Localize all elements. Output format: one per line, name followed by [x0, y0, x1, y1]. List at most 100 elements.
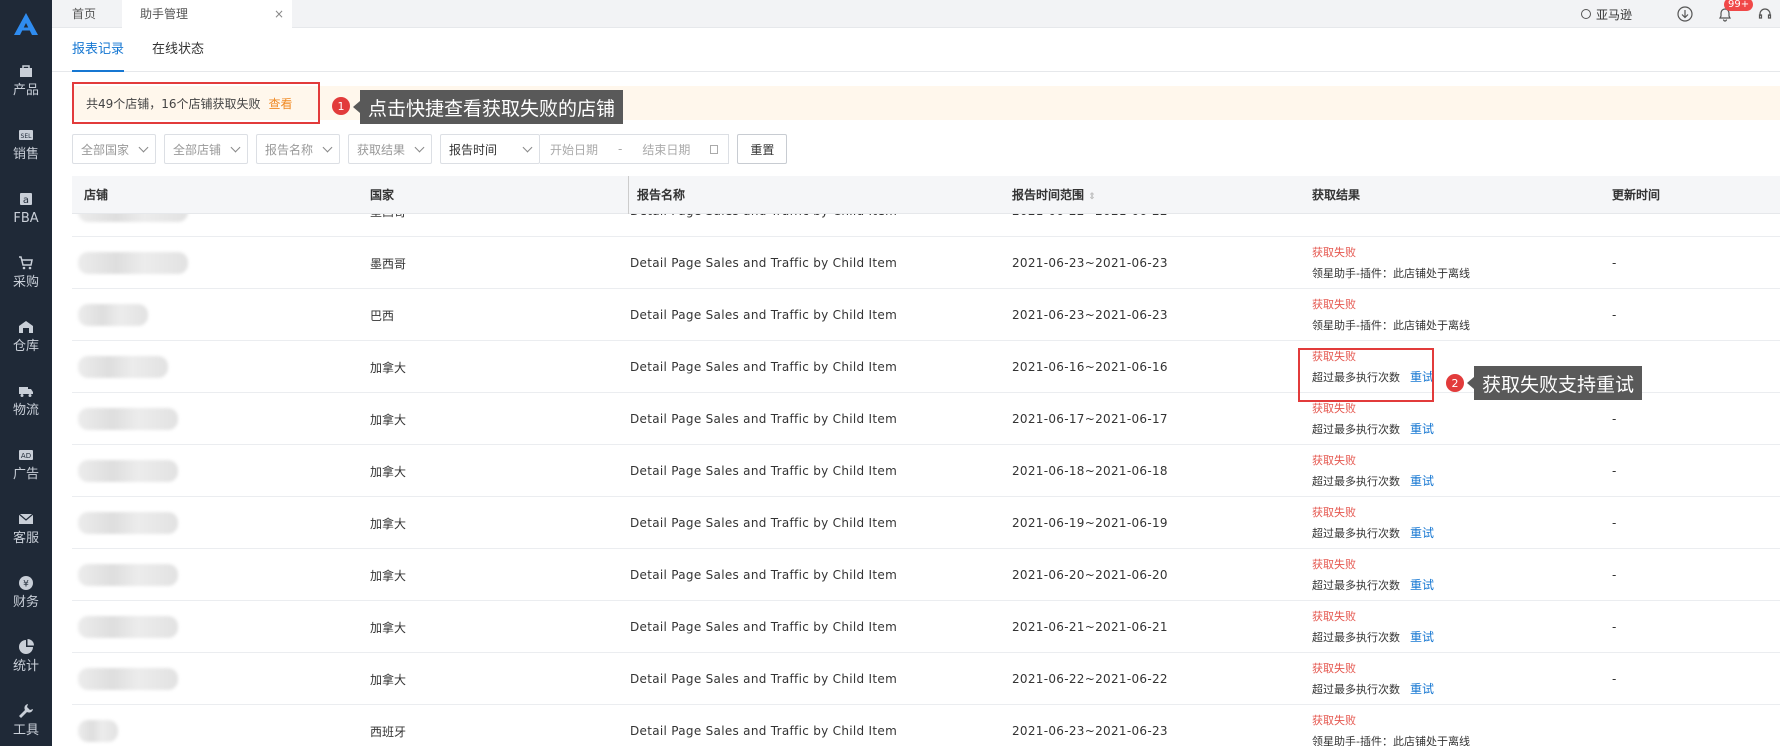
- store-select[interactable]: 全部店铺: [164, 134, 248, 164]
- ad-icon: AD: [17, 446, 35, 464]
- fail-reason: 领星助手-插件：此店铺处于离线: [1312, 319, 1470, 332]
- report-name-cell: Detail Page Sales and Traffic by Child I…: [630, 412, 898, 426]
- report-range-cell: 2021-06-17~2021-06-17: [1012, 412, 1168, 426]
- redacted-store-name: [78, 356, 168, 378]
- table-row: 西班牙 Detail Page Sales and Traffic by Chil…: [72, 705, 1780, 746]
- sidebar-item-0[interactable]: 产品: [0, 48, 52, 112]
- fail-status: 获取失败: [1312, 454, 1356, 467]
- country-cell: 加拿大: [370, 672, 407, 687]
- fail-reason: 超过最多执行次数: [1312, 527, 1400, 540]
- country-cell: 加拿大: [370, 516, 407, 531]
- table-row: 加拿大 Detail Page Sales and Traffic by Chil…: [72, 393, 1780, 445]
- report-range-cell: 2021-06-16~2021-06-16: [1012, 360, 1168, 374]
- sidebar-item-7[interactable]: 客服: [0, 496, 52, 560]
- report-time-select[interactable]: 报告时间: [440, 134, 540, 164]
- report-range-cell: 2021-06-22~2021-06-22: [1012, 214, 1168, 237]
- report-range-cell: 2021-06-18~2021-06-18: [1012, 464, 1168, 478]
- country-cell: 加拿大: [370, 568, 407, 583]
- store-name: 亚马逊: [1595, 7, 1632, 22]
- tab-report-records[interactable]: 报表记录: [72, 28, 125, 72]
- country-cell: 墨西哥: [370, 214, 406, 237]
- table-row: 加拿大 Detail Page Sales and Traffic by Chil…: [72, 549, 1780, 601]
- start-date-input[interactable]: 开始日期: [550, 141, 598, 158]
- country-select[interactable]: 全部国家: [72, 134, 156, 164]
- sidebar-item-8[interactable]: ¥ 财务: [0, 560, 52, 624]
- truck-icon: [17, 382, 35, 400]
- sidebar-item-9[interactable]: 统计: [0, 624, 52, 688]
- app-logo[interactable]: [0, 0, 52, 48]
- report-name-cell: Detail Page Sales and Traffic by Child I…: [630, 620, 898, 634]
- sidebar-item-2[interactable]: a FBA: [0, 176, 52, 240]
- redacted-store-name: [78, 616, 178, 638]
- tab-home[interactable]: 首页: [72, 0, 96, 28]
- table-header: 店铺 国家 报告名称 报告时间范围 ⇕ 获取结果 更新时间: [72, 176, 1780, 214]
- col-report-range[interactable]: 报告时间范围 ⇕: [1012, 176, 1096, 214]
- report-range-cell: 2021-06-23~2021-06-23: [1012, 308, 1168, 322]
- col-country: 国家: [370, 188, 395, 202]
- sidebar-item-1[interactable]: SEL 销售: [0, 112, 52, 176]
- table-row: 加拿大 Detail Page Sales and Traffic by Chil…: [72, 497, 1780, 549]
- result-cell: 获取失败 超过最多执行次数 重试: [1312, 399, 1434, 440]
- sidebar-item-label: FBA: [13, 211, 39, 226]
- store-cell: [78, 289, 148, 341]
- store-selector[interactable]: 亚马逊: [1580, 6, 1632, 23]
- support-headset-icon[interactable]: [1756, 5, 1774, 23]
- report-name-cell: Detail Page Sales and Traffic by Child I…: [630, 214, 897, 237]
- fail-status: 获取失败: [1312, 298, 1356, 311]
- store-cell: [78, 497, 178, 549]
- close-tab-icon[interactable]: ×: [274, 0, 284, 28]
- retry-button[interactable]: 重试: [1410, 474, 1434, 488]
- bag-icon: [17, 62, 35, 80]
- retry-button[interactable]: 重试: [1410, 422, 1434, 436]
- col-store: 店铺: [84, 188, 109, 202]
- result-cell: 获取失败 超过最多执行次数 重试: [1312, 607, 1434, 648]
- chevron-down-icon: [230, 142, 241, 152]
- sidebar-item-label: 客服: [12, 531, 39, 546]
- sidebar-item-label: 仓库: [12, 339, 39, 354]
- retry-button[interactable]: 重试: [1410, 630, 1434, 644]
- sell-icon: SEL: [17, 126, 35, 144]
- report-range-cell: 2021-06-21~2021-06-21: [1012, 620, 1168, 634]
- fail-reason: 领星助手-插件：此店铺处于离线: [1312, 267, 1470, 280]
- retry-button[interactable]: 重试: [1410, 682, 1434, 696]
- fail-reason: 领星助手-插件：此店铺处于离线: [1312, 735, 1470, 746]
- callout-2: 获取失败支持重试: [1466, 366, 1643, 400]
- fail-status: 获取失败: [1312, 610, 1356, 623]
- fba-icon: a: [17, 190, 35, 208]
- store-select-value: 全部店铺: [173, 142, 222, 157]
- sidebar: 产品 SEL 销售 a FBA 采购仓库物流 AD 广告客服 ¥ 财务 统计 工具: [0, 0, 52, 746]
- updated-cell: -: [1612, 516, 1617, 530]
- top-bar: 首页 助手管理 × 亚马逊 99+: [52, 0, 1780, 28]
- date-range-picker[interactable]: 开始日期 - 结束日期: [540, 134, 730, 164]
- svg-text:SEL: SEL: [21, 133, 33, 140]
- report-name-select[interactable]: 报告名称: [256, 134, 340, 164]
- table-row: 墨西哥 Detail Page Sales and Traffic by Chil…: [72, 237, 1780, 289]
- fail-reason: 超过最多执行次数: [1312, 579, 1400, 592]
- sidebar-item-4[interactable]: 仓库: [0, 304, 52, 368]
- retry-button[interactable]: 重试: [1410, 526, 1434, 540]
- country-cell: 加拿大: [370, 412, 407, 427]
- wrench-icon: [17, 702, 35, 720]
- redacted-store-name: [78, 214, 188, 222]
- download-icon[interactable]: [1676, 5, 1694, 23]
- sidebar-item-5[interactable]: 物流: [0, 368, 52, 432]
- tab-online-status[interactable]: 在线状态: [152, 28, 204, 72]
- result-select[interactable]: 获取结果: [348, 134, 432, 164]
- failure-summary-text: 共49个店铺，16个店铺获取失败: [86, 96, 261, 111]
- redacted-store-name: [78, 252, 188, 274]
- reset-button[interactable]: 重置: [737, 134, 788, 164]
- bell-icon[interactable]: 99+: [1716, 0, 1754, 23]
- tab-assistant-management[interactable]: 助手管理 ×: [122, 0, 292, 28]
- fail-status: 获取失败: [1312, 662, 1356, 675]
- retry-button[interactable]: 重试: [1410, 578, 1434, 592]
- col-result: 获取结果: [1312, 188, 1361, 202]
- store-cell: [78, 237, 188, 289]
- sidebar-item-label: 物流: [12, 403, 39, 418]
- view-failed-link[interactable]: 查看: [269, 95, 293, 112]
- sidebar-item-10[interactable]: 工具: [0, 688, 52, 746]
- cart-icon: [17, 254, 35, 272]
- end-date-input[interactable]: 结束日期: [642, 141, 690, 158]
- sidebar-item-3[interactable]: 采购: [0, 240, 52, 304]
- table-row: 加拿大 Detail Page Sales and Traffic by Chil…: [72, 445, 1780, 497]
- sidebar-item-6[interactable]: AD 广告: [0, 432, 52, 496]
